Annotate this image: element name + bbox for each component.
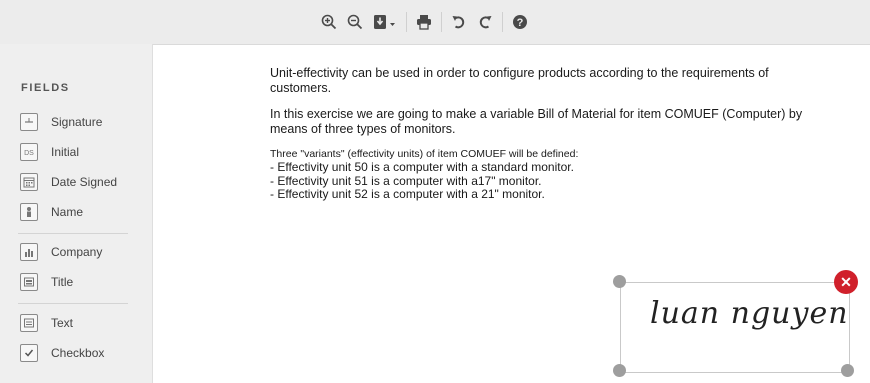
paragraph-intro: Unit-effectivity can be used in order to…: [270, 66, 769, 95]
undo-icon: [452, 16, 465, 29]
close-icon: ✕: [840, 273, 852, 290]
toolbar: ?: [0, 0, 870, 45]
paragraph-exercise: In this exercise we are going to make a …: [270, 107, 803, 136]
resize-handle-bottom-left[interactable]: [613, 364, 626, 377]
toolbar-divider: [441, 12, 442, 32]
undo-button[interactable]: [446, 10, 472, 34]
effectivity-list: - Effectivity unit 50 is a computer with…: [270, 160, 810, 202]
toolbar-divider: [406, 12, 407, 32]
person-icon: [20, 203, 38, 221]
download-button[interactable]: [368, 10, 402, 34]
field-label: Name: [51, 205, 84, 219]
resize-handle-top-left[interactable]: [613, 275, 626, 288]
signature-text: luan nguyen: [650, 296, 849, 331]
print-button[interactable]: [411, 10, 437, 34]
field-signature[interactable]: Signature: [20, 111, 102, 133]
field-company[interactable]: Company: [20, 241, 102, 263]
zoom-in-button[interactable]: [316, 10, 342, 34]
field-initial[interactable]: DS Initial: [20, 141, 79, 163]
svg-text:?: ?: [517, 17, 524, 29]
sidebar-divider: [18, 233, 128, 234]
document-page: Unit-effectivity can be used in order to…: [270, 66, 810, 202]
print-icon: [417, 15, 431, 30]
list-item: - Effectivity unit 50 is a computer with…: [270, 160, 574, 174]
resize-handle-bottom-right[interactable]: [841, 364, 854, 377]
calendar-icon: [20, 173, 38, 191]
download-icon: [374, 15, 395, 29]
building-icon: [20, 243, 38, 261]
help-icon: ?: [513, 15, 527, 29]
toolbar-divider: [502, 12, 503, 32]
zoom-out-icon: [347, 14, 363, 30]
field-label: Initial: [51, 145, 80, 159]
field-date-signed[interactable]: Date Signed: [20, 171, 117, 193]
field-label: Title: [51, 275, 74, 289]
zoom-out-button[interactable]: [342, 10, 368, 34]
redo-icon: [479, 16, 492, 29]
toolbar-buttons: ?: [316, 10, 533, 34]
zoom-in-icon: [321, 14, 337, 30]
redo-button[interactable]: [472, 10, 498, 34]
fields-heading: FIELDS: [21, 82, 70, 94]
field-checkbox[interactable]: Checkbox: [20, 342, 104, 364]
fields-sidebar: FIELDS Signature DS Initial Date Signed …: [0, 44, 153, 383]
text-field-icon: [20, 314, 38, 332]
field-label: Checkbox: [51, 346, 105, 360]
help-button[interactable]: ?: [507, 10, 533, 34]
field-text[interactable]: Text: [20, 312, 73, 334]
field-label: Signature: [51, 115, 103, 129]
svg-text:DS: DS: [24, 150, 34, 157]
field-title[interactable]: Title: [20, 271, 73, 293]
id-card-icon: [20, 273, 38, 291]
remove-signature-button[interactable]: ✕: [834, 270, 858, 294]
field-name[interactable]: Name: [20, 201, 83, 223]
list-item: - Effectivity unit 52 is a computer with…: [270, 187, 545, 201]
list-item: - Effectivity unit 51 is a computer with…: [270, 173, 542, 188]
initial-icon: DS: [20, 143, 38, 161]
field-label: Text: [51, 316, 74, 330]
signature-icon: [20, 113, 38, 131]
field-label: Company: [51, 245, 103, 259]
field-label: Date Signed: [51, 175, 118, 189]
checkbox-icon: [20, 344, 38, 362]
sidebar-divider: [18, 303, 128, 304]
